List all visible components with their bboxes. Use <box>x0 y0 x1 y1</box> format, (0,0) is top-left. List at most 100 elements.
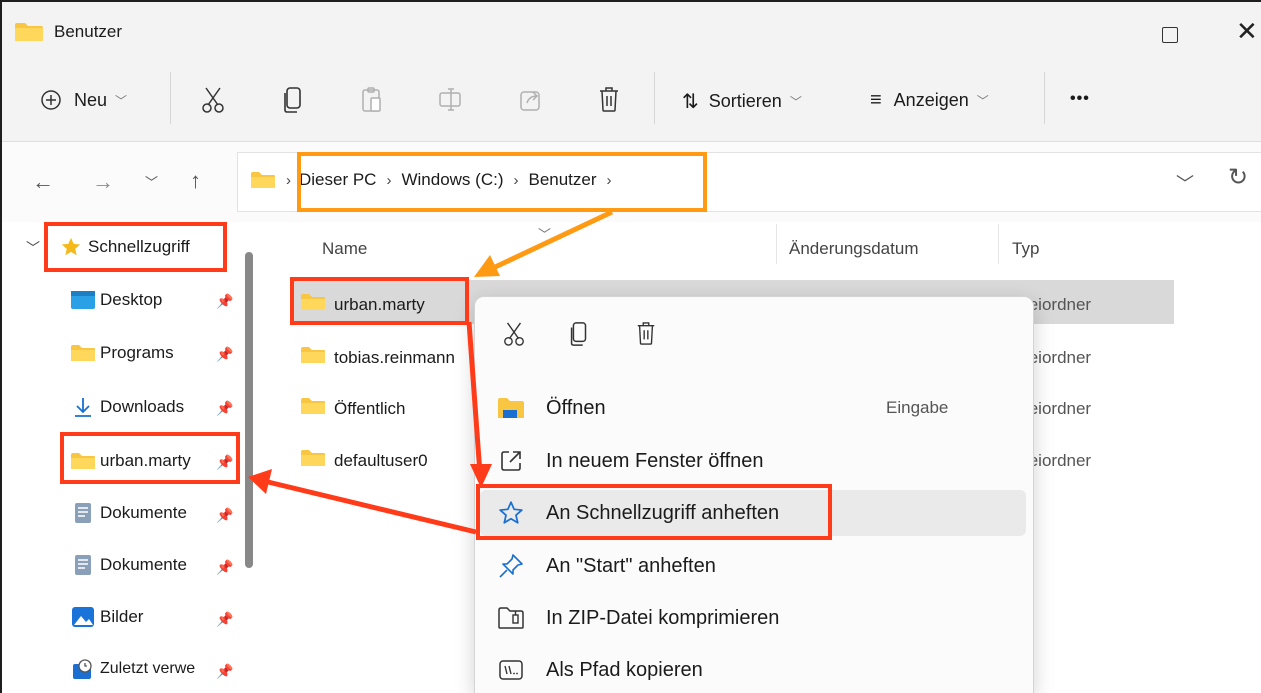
menu-item-shortcut: Eingabe <box>886 398 949 417</box>
title-bar <box>2 2 1261 64</box>
sort-indicator-icon: ﹀ <box>538 227 552 242</box>
menu-item-label: In neuem Fenster öffnen <box>546 449 764 472</box>
maximize-icon[interactable] <box>1162 27 1178 43</box>
copy-icon[interactable] <box>282 86 304 119</box>
open-folder-icon <box>496 393 526 423</box>
back-icon[interactable]: ← <box>32 171 54 193</box>
sidebar-item-downloads[interactable]: Downloads <box>70 396 184 418</box>
recent-icon <box>70 658 96 680</box>
refresh-icon[interactable]: ↻ <box>1228 163 1248 192</box>
new-icon <box>41 90 61 110</box>
document-icon <box>70 502 96 524</box>
pin-icon <box>496 551 526 581</box>
delete-icon[interactable] <box>635 320 657 351</box>
file-name[interactable]: defaultuser0 <box>300 449 428 472</box>
file-name-label: defaultuser0 <box>334 450 428 470</box>
pin-icon[interactable]: 📌 <box>216 400 233 417</box>
file-type: teiordner <box>1024 399 1092 418</box>
sort-icon: ⇅ <box>682 91 699 113</box>
menu-item-open-new-window[interactable]: In neuem Fenster öffnen <box>480 438 1026 484</box>
sidebar-item-label: Bilder <box>100 607 144 626</box>
annotation-box-sidebar-urban-marty <box>60 432 240 484</box>
cut-icon[interactable] <box>502 321 526 352</box>
chevron-down-icon[interactable]: ﹀ <box>26 238 40 258</box>
chevron-down-icon: ﹀ <box>789 95 802 109</box>
sidebar-item-programs[interactable]: Programs <box>70 342 174 364</box>
window-title: Benutzer <box>54 22 123 41</box>
sidebar-item-desktop[interactable]: Desktop <box>70 289 162 311</box>
menu-item-label: An "Start" anheften <box>546 554 716 577</box>
more-options-button[interactable]: ••• <box>1070 90 1090 108</box>
pin-icon[interactable]: 📌 <box>216 293 233 310</box>
breadcrumb-separator: › <box>286 172 291 189</box>
column-header-name[interactable]: Name <box>322 239 367 259</box>
file-name-label: tobias.reinmann <box>334 347 455 367</box>
paste-icon <box>360 86 384 119</box>
folder-icon <box>250 171 276 194</box>
file-type: teiordner <box>1024 348 1092 367</box>
column-divider[interactable] <box>776 224 777 264</box>
menu-item-label: In ZIP-Datei komprimieren <box>546 606 780 629</box>
annotation-box-pin-quick-access <box>476 484 832 540</box>
recent-locations-icon[interactable]: ﹀ <box>145 172 158 194</box>
pin-icon[interactable]: 📌 <box>216 663 233 680</box>
sidebar-item-label: Desktop <box>100 290 163 309</box>
delete-icon[interactable] <box>597 85 621 118</box>
pin-icon[interactable]: 📌 <box>216 346 233 363</box>
pictures-icon <box>70 606 96 628</box>
file-name-label: Öffentlich <box>334 398 406 418</box>
sidebar-scrollbar[interactable] <box>245 252 253 568</box>
share-icon <box>518 86 544 119</box>
pin-icon[interactable]: 📌 <box>216 507 233 524</box>
toolbar-divider <box>1044 72 1045 124</box>
forward-icon[interactable]: → <box>92 171 114 193</box>
folder-icon <box>300 397 326 420</box>
column-header-modified[interactable]: Änderungsdatum <box>789 239 918 259</box>
sidebar-item-label: Dokumente <box>100 555 187 574</box>
sidebar-item-documents[interactable]: Dokumente <box>70 554 187 576</box>
folder-icon <box>300 346 326 369</box>
desktop-icon <box>70 289 96 311</box>
copy-path-icon <box>496 655 526 685</box>
cut-icon[interactable] <box>200 86 226 119</box>
download-icon <box>70 396 96 418</box>
chevron-down-icon: ﹀ <box>976 94 989 108</box>
sidebar-item-documents[interactable]: Dokumente <box>70 502 187 524</box>
pin-icon[interactable]: 📌 <box>216 559 233 576</box>
sidebar-item-label: Programs <box>100 343 174 362</box>
file-name[interactable]: tobias.reinmann <box>300 346 455 369</box>
column-header-type[interactable]: Typ <box>1012 239 1039 259</box>
annotation-box-quick-access <box>44 222 227 272</box>
up-icon[interactable]: ↑ <box>190 170 201 192</box>
zip-icon <box>496 603 526 633</box>
file-name[interactable]: Öffentlich <box>300 397 406 420</box>
chevron-down-icon[interactable]: ﹀ <box>1176 170 1194 196</box>
toolbar-divider <box>170 72 171 124</box>
new-window-icon <box>496 446 526 476</box>
view-label: Anzeigen <box>893 90 969 110</box>
sidebar-item-pictures[interactable]: Bilder <box>70 606 143 628</box>
file-type: teiordner <box>1024 451 1092 470</box>
rename-icon <box>438 86 464 119</box>
new-button[interactable]: Neu ﹀ <box>40 89 127 111</box>
annotation-box-file-urban-marty <box>290 277 469 325</box>
folder-icon <box>14 22 44 47</box>
view-icon: ≡ <box>870 89 882 111</box>
folder-icon <box>70 342 96 364</box>
folder-icon <box>300 449 326 472</box>
sidebar-item-label: Zuletzt verwe <box>100 660 196 677</box>
pin-icon[interactable]: 📌 <box>216 611 233 628</box>
menu-item-pin-start[interactable]: An "Start" anheften <box>480 543 1026 589</box>
sort-label: Sortieren <box>708 91 782 111</box>
annotation-box-breadcrumb <box>297 152 707 212</box>
view-button[interactable]: ≡ Anzeigen ﹀ <box>870 89 989 112</box>
close-icon[interactable]: ✕ <box>1236 18 1258 44</box>
sidebar-item-recent[interactable]: Zuletzt verwe <box>70 658 195 680</box>
menu-item-copy-path[interactable]: Als Pfad kopieren <box>480 647 1026 693</box>
menu-item-label: Öffnen <box>546 396 606 419</box>
sort-button[interactable]: ⇅ Sortieren ﹀ <box>682 89 802 114</box>
column-divider[interactable] <box>998 224 999 264</box>
sidebar-item-label: Downloads <box>100 397 185 416</box>
copy-icon[interactable] <box>568 321 590 352</box>
menu-item-compress-zip[interactable]: In ZIP-Datei komprimieren <box>480 595 1026 641</box>
